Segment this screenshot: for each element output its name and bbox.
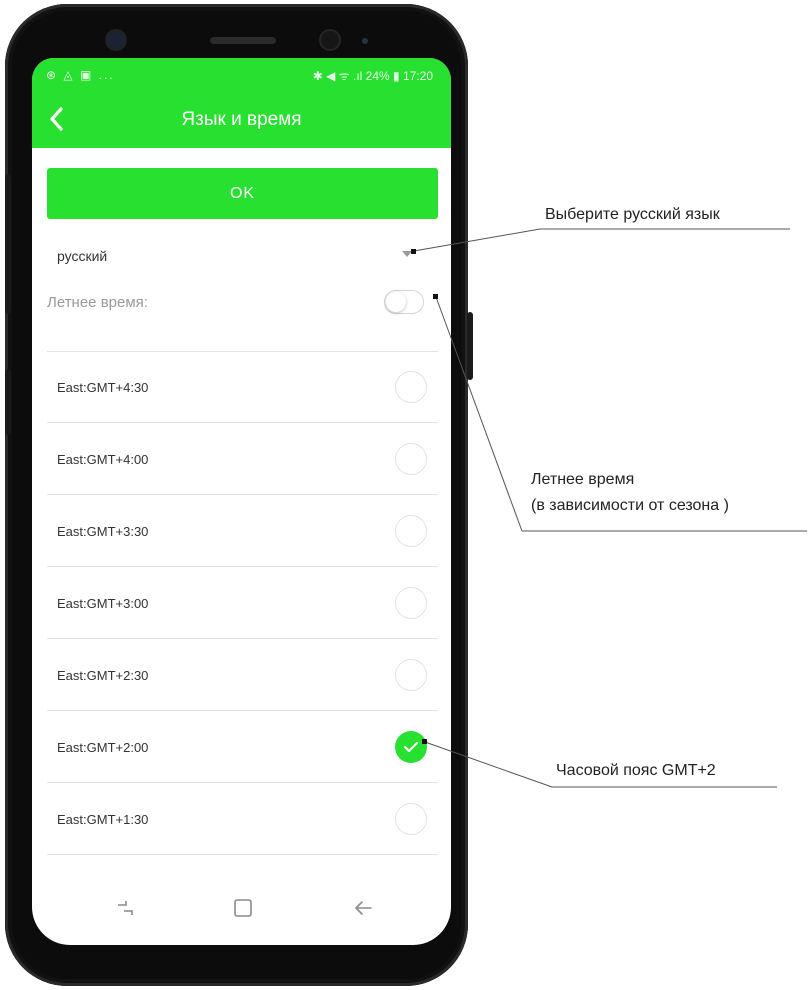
- language-select[interactable]: русский: [47, 240, 438, 270]
- back-arrow-icon[interactable]: [352, 897, 374, 919]
- recents-icon[interactable]: [114, 897, 136, 919]
- timezone-row[interactable]: East:GMT+4:30: [47, 351, 438, 423]
- timezone-label: East:GMT+2:30: [57, 668, 149, 683]
- timezone-radio[interactable]: [395, 587, 427, 619]
- timezone-row[interactable]: East:GMT+2:30: [47, 639, 438, 711]
- language-value: русский: [57, 248, 108, 264]
- timezone-radio[interactable]: [395, 515, 427, 547]
- timezone-label: East:GMT+3:00: [57, 596, 149, 611]
- dropdown-arrow-icon: [402, 251, 412, 257]
- timezone-label: East:GMT+4:00: [57, 452, 149, 467]
- timezone-label: East:GMT+2:00: [57, 740, 149, 755]
- timezone-row[interactable]: East:GMT+3:00: [47, 567, 438, 639]
- timezone-radio[interactable]: [395, 443, 427, 475]
- proximity-sensor: [362, 38, 368, 44]
- status-bar: ⊛ ◬ ▣ ... ✱ ◀ ᯤ .ıl 24% ▮ 17:20: [32, 58, 451, 92]
- front-camera: [321, 31, 339, 49]
- timezone-row[interactable]: East:GMT+3:30: [47, 495, 438, 567]
- timezone-radio[interactable]: [395, 803, 427, 835]
- timezone-radio-checked[interactable]: [395, 731, 427, 763]
- bixby-button: [5, 369, 11, 435]
- app-bar: Язык и время: [32, 92, 451, 148]
- checkmark-icon: [403, 741, 419, 753]
- timezone-label: East:GMT+3:30: [57, 524, 149, 539]
- power-button: [467, 312, 473, 380]
- notification-icons: ⊛ ◬ ▣ ...: [46, 68, 115, 82]
- timezone-row[interactable]: East:GMT+4:00: [47, 423, 438, 495]
- timezone-radio[interactable]: [395, 659, 427, 691]
- annotation-summer-line2: (в зависимости от сезона ): [531, 497, 729, 514]
- timezone-row[interactable]: East:GMT+1:30: [47, 783, 438, 855]
- annotation-summer-line1: Летнее время: [531, 471, 635, 488]
- language-pointer-line: [413, 228, 790, 252]
- earpiece-speaker: [210, 37, 276, 44]
- timezone-row[interactable]: East:GMT+2:00: [47, 711, 438, 783]
- summer-time-row: Летнее время:: [47, 286, 438, 322]
- volume-button: [5, 174, 11, 314]
- navigation-bar: [32, 875, 451, 945]
- annotation-language: Выберите русский язык: [545, 206, 720, 223]
- page-title: Язык и время: [181, 109, 302, 130]
- summer-time-toggle[interactable]: [384, 290, 424, 314]
- iris-sensor: [107, 31, 125, 49]
- timezone-radio[interactable]: [395, 371, 427, 403]
- screen: ⊛ ◬ ▣ ... ✱ ◀ ᯤ .ıl 24% ▮ 17:20 Язык и в…: [32, 58, 451, 945]
- timezone-label: East:GMT+4:30: [57, 380, 149, 395]
- summer-time-label: Летнее время:: [47, 294, 148, 311]
- annotation-summer-time: Летнее время (в зависимости от сезона ): [531, 467, 729, 519]
- annotation-timezone: Часовой пояс GMT+2: [556, 762, 716, 779]
- home-icon[interactable]: [232, 897, 254, 919]
- status-right: ✱ ◀ ᯤ .ıl 24% ▮ 17:20: [312, 69, 433, 83]
- ok-button[interactable]: OK: [47, 168, 438, 219]
- phone-frame: ⊛ ◬ ▣ ... ✱ ◀ ᯤ .ıl 24% ▮ 17:20 Язык и в…: [5, 4, 473, 986]
- timezone-label: East:GMT+1:30: [57, 812, 149, 827]
